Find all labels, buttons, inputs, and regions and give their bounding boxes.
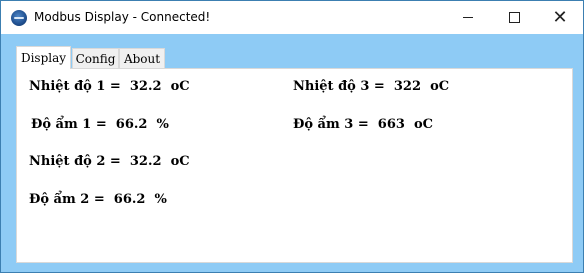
close-icon: ✕ <box>552 6 568 28</box>
tab-about[interactable]: About <box>119 48 165 68</box>
maximize-button[interactable] <box>491 1 537 34</box>
title-bar[interactable]: Modbus Display - Connected! ✕ <box>1 1 583 34</box>
maximize-icon <box>508 12 520 23</box>
close-button[interactable]: ✕ <box>537 1 583 34</box>
display-panel: Nhiệt độ 1 = 32.2 oC Độ ẩm 1 = 66.2 % Nh… <box>16 68 573 263</box>
tab-config[interactable]: Config <box>72 48 119 68</box>
app-window: Modbus Display - Connected! ✕ Display Co… <box>0 0 584 273</box>
humidity-2-reading: Độ ẩm 2 = 66.2 % <box>29 192 167 207</box>
temperature-1-reading: Nhiệt độ 1 = 32.2 oC <box>29 79 190 94</box>
client-area: Display Config About Nhiệt độ 1 = 32.2 o… <box>1 34 583 272</box>
humidity-3-reading: Độ ẩm 3 = 663 oC <box>293 117 433 132</box>
minimize-button[interactable] <box>445 1 491 34</box>
modbus-app-icon <box>11 10 27 26</box>
minimize-icon <box>463 17 473 18</box>
humidity-1-reading: Độ ẩm 1 = 66.2 % <box>31 117 169 132</box>
window-title: Modbus Display - Connected! <box>34 10 211 24</box>
temperature-2-reading: Nhiệt độ 2 = 32.2 oC <box>29 154 190 169</box>
tab-display[interactable]: Display <box>16 46 71 69</box>
temperature-3-reading: Nhiệt độ 3 = 322 oC <box>293 79 450 94</box>
